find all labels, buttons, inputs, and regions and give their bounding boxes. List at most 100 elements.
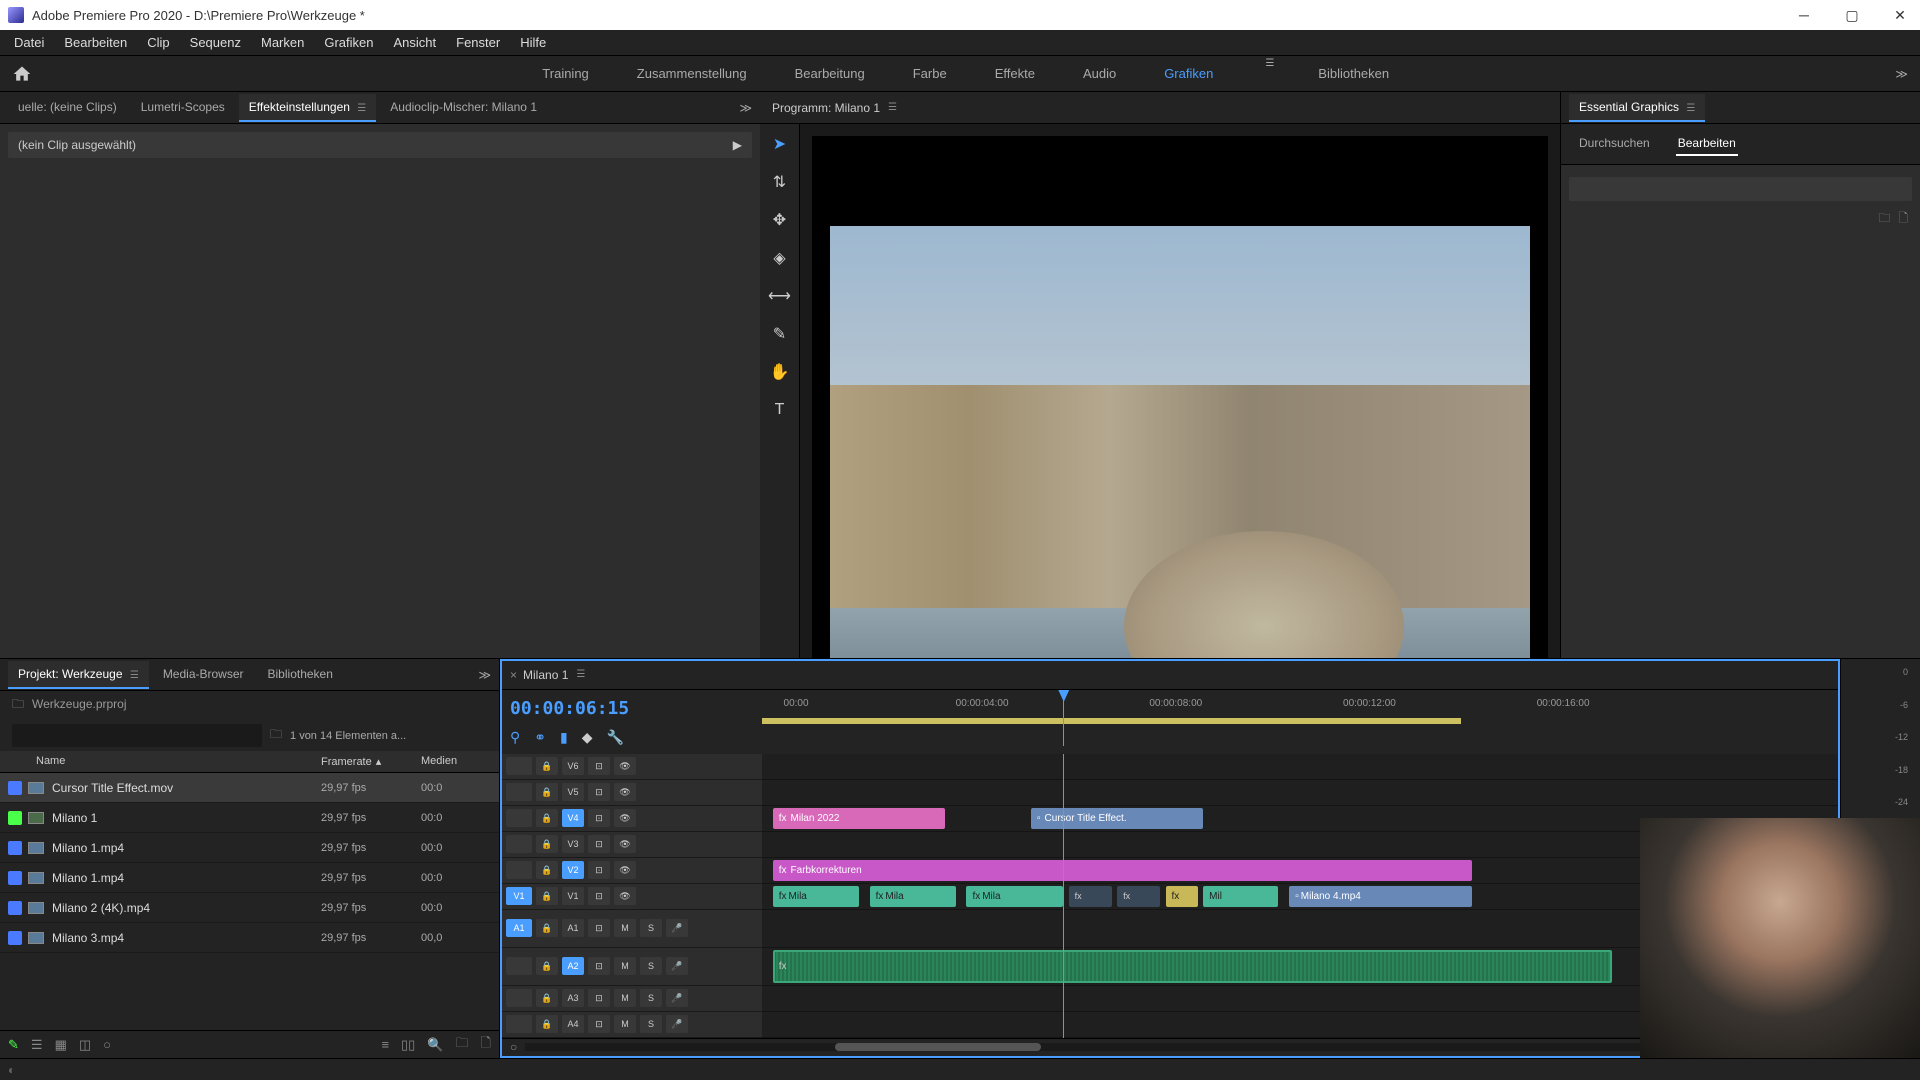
menu-bearbeiten[interactable]: Bearbeiten <box>54 31 137 54</box>
pen-tool-icon[interactable]: ✎ <box>768 322 792 346</box>
new-item-icon[interactable]: 🗋 <box>481 1034 491 1056</box>
project-menu-icon[interactable]: ☰ <box>130 670 139 681</box>
eye-icon[interactable]: 👁 <box>614 783 636 801</box>
list-view-icon[interactable]: ☰ <box>31 1037 43 1053</box>
menu-ansicht[interactable]: Ansicht <box>383 31 446 54</box>
timeline-timecode[interactable]: 00:00:06:15 <box>510 698 754 719</box>
track-target[interactable]: V3 <box>562 835 584 853</box>
voice-over-icon[interactable]: 🎤 <box>666 1015 688 1033</box>
hand-tool-icon[interactable]: ✋ <box>768 360 792 384</box>
clip-v1-b[interactable]: fxMila <box>870 886 956 907</box>
mute-icon[interactable]: M <box>614 919 636 937</box>
source-patch-a1[interactable]: A1 <box>506 919 532 937</box>
menu-sequenz[interactable]: Sequenz <box>180 31 251 54</box>
tab-audio-mixer[interactable]: Audioclip-Mischer: Milano 1 <box>380 94 547 122</box>
label-color[interactable] <box>8 781 22 795</box>
workspace-menu-icon[interactable]: ☰ <box>1265 58 1274 89</box>
voice-over-icon[interactable]: 🎤 <box>666 957 688 975</box>
voice-over-icon[interactable]: 🎤 <box>666 989 688 1007</box>
mute-icon[interactable]: M <box>614 989 636 1007</box>
sort-icon[interactable]: ≡ <box>381 1037 389 1052</box>
project-row[interactable]: Milano 2 (4K).mp429,97 fps00:0 <box>0 893 499 923</box>
track-target[interactable]: A2 <box>562 957 584 975</box>
source-tab-overflow-icon[interactable]: ≫ <box>739 101 752 115</box>
label-color[interactable] <box>8 931 22 945</box>
tab-libraries[interactable]: Bibliotheken <box>258 661 343 689</box>
clip-cursor-title[interactable]: ▫Cursor Title Effect. <box>1031 808 1203 829</box>
minimize-button[interactable]: ─ <box>1792 3 1816 27</box>
track-target[interactable]: A4 <box>562 1015 584 1033</box>
menu-datei[interactable]: Datei <box>4 31 54 54</box>
col-framerate[interactable]: Framerate ▴ <box>321 755 421 768</box>
solo-icon[interactable]: S <box>640 989 662 1007</box>
icon-view-icon[interactable]: ▦ <box>55 1037 67 1053</box>
lock-icon[interactable]: 🔒 <box>536 887 558 905</box>
workspace-audio[interactable]: Audio <box>1079 58 1120 89</box>
lock-icon[interactable]: 🔒 <box>536 835 558 853</box>
timeline-marker-icon[interactable]: ◆ <box>582 729 593 746</box>
menu-fenster[interactable]: Fenster <box>446 31 510 54</box>
snap-icon[interactable]: ⚲ <box>510 729 520 746</box>
eye-icon[interactable]: 👁 <box>614 835 636 853</box>
voice-over-icon[interactable]: 🎤 <box>666 919 688 937</box>
lock-icon[interactable]: 🔒 <box>536 919 558 937</box>
label-color[interactable] <box>8 841 22 855</box>
project-row[interactable]: Milano 3.mp429,97 fps00,0 <box>0 923 499 953</box>
menu-grafiken[interactable]: Grafiken <box>314 31 383 54</box>
timeline-scrollbar[interactable] <box>525 1043 1815 1051</box>
eye-icon[interactable]: 👁 <box>614 757 636 775</box>
track-target[interactable]: V5 <box>562 783 584 801</box>
sync-lock-icon[interactable]: ⊡ <box>588 835 610 853</box>
workspace-bearbeitung[interactable]: Bearbeitung <box>791 58 869 89</box>
close-button[interactable]: ✕ <box>1888 3 1912 27</box>
eg-tab-browse[interactable]: Durchsuchen <box>1577 132 1652 156</box>
sync-lock-icon[interactable]: ⊡ <box>588 783 610 801</box>
track-target[interactable]: V4 <box>562 809 584 827</box>
workspace-overflow-icon[interactable]: ≫ <box>1895 67 1908 81</box>
sync-lock-icon[interactable]: ⊡ <box>588 1015 610 1033</box>
new-bin-icon[interactable]: 🗀 <box>456 1034 469 1056</box>
eg-new-layer-icon[interactable]: 🗋 <box>1898 209 1908 230</box>
vertical-text-tool-icon[interactable]: ⇅ <box>768 170 792 194</box>
tab-source[interactable]: uelle: (keine Clips) <box>8 94 127 122</box>
eg-folder-icon[interactable]: 🗀 <box>1878 209 1890 230</box>
lock-icon[interactable]: 🔒 <box>536 1015 558 1033</box>
workspace-farbe[interactable]: Farbe <box>909 58 951 89</box>
tab-project[interactable]: Projekt: Werkzeuge ☰ <box>8 661 149 689</box>
marker-add-icon[interactable]: ▮ <box>560 729 568 746</box>
sync-lock-icon[interactable]: ⊡ <box>588 989 610 1007</box>
track-target[interactable]: V6 <box>562 757 584 775</box>
align-tool-icon[interactable]: ⟷ <box>768 284 792 308</box>
clip-v1-e[interactable]: ▫Milano 4.mp4 <box>1289 886 1472 907</box>
freeform-view-icon[interactable]: ◫ <box>79 1037 91 1053</box>
sync-lock-icon[interactable]: ⊡ <box>588 861 610 879</box>
project-search-input[interactable] <box>12 724 262 747</box>
clip-v1-c[interactable]: fxMila <box>966 886 1063 907</box>
eye-icon[interactable]: 👁 <box>614 887 636 905</box>
timeline-zoom-out-icon[interactable]: ○ <box>510 1040 517 1054</box>
zoom-slider-icon[interactable]: ○ <box>103 1037 111 1052</box>
timeline-menu-icon[interactable]: ☰ <box>576 669 585 680</box>
eg-layer-slot[interactable] <box>1569 177 1912 201</box>
scrollbar-thumb[interactable] <box>835 1043 1041 1051</box>
close-sequence-icon[interactable]: × <box>510 668 517 682</box>
menu-marken[interactable]: Marken <box>251 31 314 54</box>
sequence-name[interactable]: Milano 1 <box>523 668 568 682</box>
project-row[interactable]: Milano 1.mp429,97 fps00:0 <box>0 833 499 863</box>
maximize-button[interactable]: ▢ <box>1840 3 1864 27</box>
lock-icon[interactable]: 🔒 <box>536 989 558 1007</box>
tab-media-browser[interactable]: Media-Browser <box>153 661 254 689</box>
selection-tool-icon[interactable]: ➤ <box>768 132 792 156</box>
source-patch-v1[interactable]: V1 <box>506 887 532 905</box>
project-row[interactable]: Cursor Title Effect.mov29,97 fps00:0 <box>0 773 499 803</box>
label-color[interactable] <box>8 901 22 915</box>
sync-lock-icon[interactable]: ⊡ <box>588 919 610 937</box>
clip-v1-fx1[interactable]: fx <box>1069 886 1112 907</box>
lock-icon[interactable]: 🔒 <box>536 957 558 975</box>
timeline-ruler[interactable]: 00:00 00:00:04:00 00:00:08:00 00:00:12:0… <box>762 690 1838 746</box>
timeline-playhead[interactable] <box>1063 690 1064 746</box>
workspace-effekte[interactable]: Effekte <box>991 58 1039 89</box>
solo-icon[interactable]: S <box>640 957 662 975</box>
mute-icon[interactable]: M <box>614 1015 636 1033</box>
clip-audio-a2[interactable]: fx <box>773 950 1612 983</box>
